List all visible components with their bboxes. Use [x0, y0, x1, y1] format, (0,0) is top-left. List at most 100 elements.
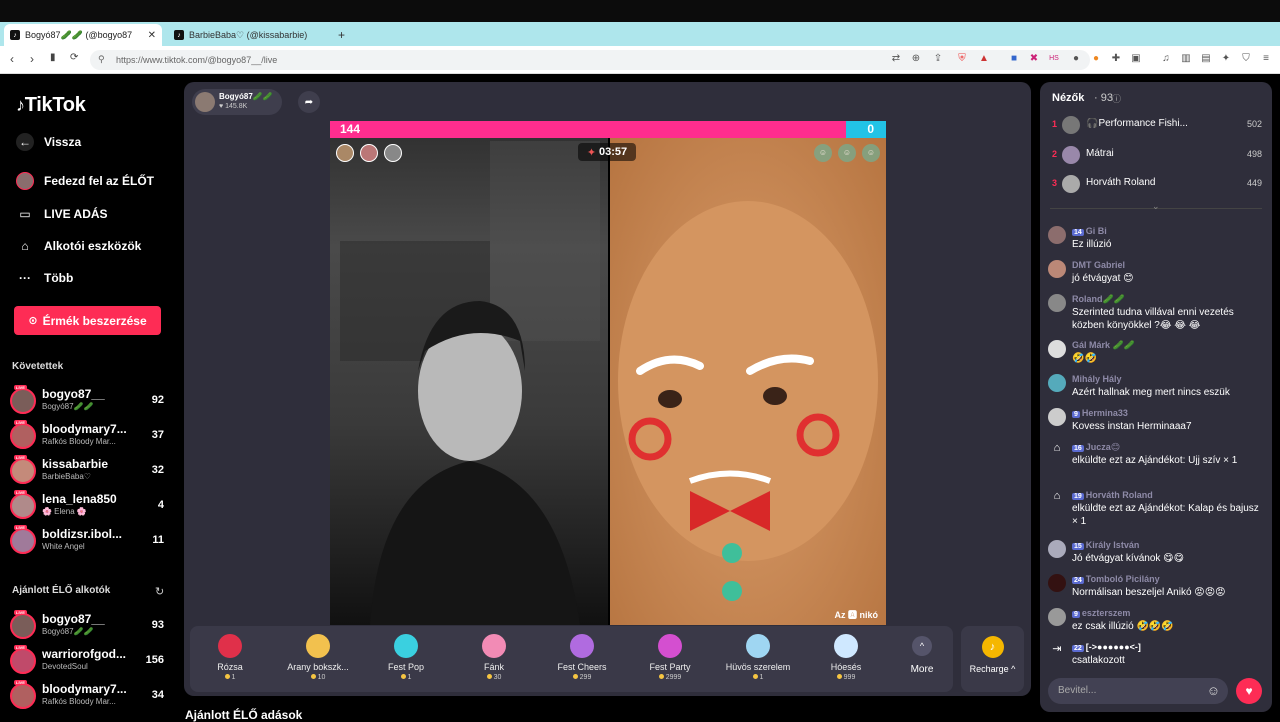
chat-message[interactable]: Mihály Hály Azért hallnak meg mert nincs …: [1048, 374, 1266, 402]
top-gifter-avatar[interactable]: [360, 144, 378, 162]
translate-icon[interactable]: ⇄: [890, 53, 902, 65]
chat-message[interactable]: ⇥ 22 [->●●●●●●<-] csatlakozott: [1048, 642, 1266, 670]
brave-shield-icon[interactable]: ⛨: [956, 53, 968, 65]
following-item[interactable]: LIVE bloodymary7... Rafkós Bloody Mar... 37: [10, 420, 168, 452]
tiktok-logo[interactable]: ♪TikTok: [16, 94, 86, 117]
media-icon[interactable]: ♫: [1160, 53, 1172, 65]
chat-message[interactable]: 24 Tomboló Picilány Normálisan beszeljel A…: [1048, 574, 1266, 602]
battle-video[interactable]: 144 0 ✦ 03:57 ☺ ☺ ☺ Az 🅰 nikó: [330, 121, 886, 625]
refresh-icon[interactable]: ↻: [155, 585, 164, 598]
chat-message[interactable]: 9 eszterszem ez csak illúzió 🤣🤣🤣: [1048, 608, 1266, 636]
forward-icon[interactable]: ›: [30, 52, 34, 66]
chat-text: Jó étvágyat kívánok 😋😋: [1072, 553, 1185, 564]
viewer-name: 🎧Performance Fishi...: [1086, 118, 1188, 129]
address-bar-row: ‹ › ▮ ⟳ ⚲ https://www.tiktok.com/@bogyo8…: [0, 46, 1280, 74]
extension-icon[interactable]: ●: [1070, 53, 1082, 65]
gift-icon: ⌂: [1053, 442, 1061, 454]
heart-icon: ♥: [219, 103, 224, 110]
chat-input[interactable]: Bevitel... ☺: [1048, 678, 1228, 704]
nav-explore-live[interactable]: Fedezd fel az ÉLŐT: [16, 172, 154, 190]
viewer-count: 93: [151, 619, 164, 631]
sidebar-toggle-icon[interactable]: ▥: [1180, 53, 1192, 65]
gift-price: 1: [366, 674, 446, 681]
share-icon[interactable]: ⇪: [932, 53, 944, 65]
extension-icon[interactable]: ■: [1008, 53, 1020, 65]
gift-fank[interactable]: Fánk 30: [454, 632, 534, 688]
viewer-count: 156: [145, 654, 164, 666]
extension-icon[interactable]: ▣: [1130, 53, 1142, 65]
share-button[interactable]: ➦: [298, 91, 320, 113]
extension-icon[interactable]: ●: [1090, 53, 1102, 65]
chat-placeholder: Bevitel...: [1058, 685, 1097, 696]
chat-message[interactable]: ⌂ 19 Horváth Roland elküldte ezt az Ajándék…: [1048, 490, 1266, 530]
viewer-rank-row[interactable]: 2 Mátrai 498: [1050, 144, 1266, 168]
chat-message[interactable]: 9 Hermina33 Kovess instan Herminaaa7: [1048, 408, 1266, 436]
top-gifter-avatar[interactable]: [336, 144, 354, 162]
like-button[interactable]: ♥: [1236, 678, 1262, 704]
gift-rozsa[interactable]: Rózsa 1: [190, 632, 270, 688]
chat-message[interactable]: DMT Gabriel jó étvágyat 😊: [1048, 260, 1266, 288]
following-item[interactable]: LIVE kissabarbie BarbieBaba♡ 32: [10, 455, 168, 487]
extension-icon[interactable]: ✖: [1028, 53, 1040, 65]
rewards-icon[interactable]: ▲: [978, 53, 990, 65]
chat-message[interactable]: 15 Király István Jó étvágyat kívánok 😋😋: [1048, 540, 1266, 568]
menu-icon[interactable]: ≡: [1260, 53, 1272, 65]
avatar: [1062, 175, 1080, 193]
more-gifts-button[interactable]: ^ More: [902, 634, 942, 686]
url-text: https://www.tiktok.com/@bogyo87__/live: [116, 55, 278, 65]
vpn-icon[interactable]: ⛉: [1240, 53, 1252, 65]
back-icon[interactable]: ‹: [10, 52, 14, 66]
following-item[interactable]: LIVE boldizsr.ibol... White Angel 11: [10, 525, 168, 557]
info-icon[interactable]: ⓘ: [1112, 92, 1121, 105]
tiktok-favicon-icon: ♪: [174, 30, 184, 40]
site-info-icon[interactable]: ⚲: [98, 54, 105, 65]
chat-message[interactable]: Gál Márk 🥒🥒 🤣🤣: [1048, 340, 1266, 368]
nav-live-studio[interactable]: ▭ LIVE ADÁS: [16, 205, 107, 223]
host-pill[interactable]: Bogyó87🥒🥒 ♥ 145.8K: [192, 89, 282, 115]
following-item[interactable]: LIVE bogyo87__ Bogyó87🥒🥒 92: [10, 385, 168, 417]
chat-message[interactable]: Roland🥒🥒 Szerinted tudna villával enni ve…: [1048, 294, 1266, 334]
creator-nick: Bogyó87🥒🥒: [42, 627, 94, 636]
rank-number: 2: [1052, 149, 1058, 159]
chevron-down-icon[interactable]: ⌄: [1152, 201, 1160, 212]
sidebar: ♪TikTok ← Vissza Fedezd fel az ÉLŐT ▭ LIVE…: [0, 74, 178, 720]
puzzle-icon[interactable]: ✚: [1110, 53, 1122, 65]
chat-message[interactable]: 14 Gi Bi Ez illúzió: [1048, 226, 1266, 254]
gift-fest-pop[interactable]: Fest Pop 1: [366, 632, 446, 688]
recommended-item[interactable]: LIVE bloodymary7... Rafkós Bloody Mar... 34: [10, 680, 168, 712]
gift-fest-party[interactable]: Fest Party 2999: [630, 632, 710, 688]
level-badge: 16: [1072, 445, 1084, 452]
chat-message[interactable]: ⌂ 16 Jucza😊 elküldte ezt az Ajándékot: Ujj …: [1048, 442, 1266, 482]
tab-kissabarbie[interactable]: ♪ BarbieBaba♡ (@kissabarbie) ÉLŐ: [168, 24, 326, 46]
opponent-video: [610, 121, 886, 625]
following-item[interactable]: LIVE lena_lena850 🌸 Elena 🌸 4: [10, 490, 168, 522]
gift-hoeses[interactable]: Hóesés 999: [806, 632, 886, 688]
wallet-icon[interactable]: ▤: [1200, 53, 1212, 65]
back-link[interactable]: ← Vissza: [16, 133, 81, 151]
recommended-item[interactable]: LIVE bogyo87__ Bogyó87🥒🥒 93: [10, 610, 168, 642]
top-gifter-avatar[interactable]: [384, 144, 402, 162]
nav-more[interactable]: ··· Több: [16, 269, 73, 287]
viewer-rank-row[interactable]: 3 Horváth Roland 449: [1050, 173, 1266, 197]
close-tab-icon[interactable]: ✕: [148, 30, 156, 41]
leo-icon[interactable]: ✦: [1220, 53, 1232, 65]
gift-fest-cheers[interactable]: Fest Cheers 299: [542, 632, 622, 688]
viewer-count: 37: [151, 429, 164, 441]
get-coins-button[interactable]: ⊙ Érmék beszerzése: [14, 306, 161, 335]
empty-gifter-slot-icon: ☺: [862, 144, 880, 162]
coin-icon: ⊙: [28, 315, 38, 327]
new-tab-button[interactable]: +: [332, 24, 352, 46]
gift-arany-boksz[interactable]: Arany bokszk... 10: [278, 632, 358, 688]
nav-creator-tools[interactable]: ⌂ Alkotói eszközök: [16, 237, 141, 255]
viewer-rank-row[interactable]: 1 🎧Performance Fishi... 502: [1050, 114, 1266, 138]
emoji-icon[interactable]: ☺: [1207, 683, 1220, 698]
gift-huvos-szerelem[interactable]: Hüvös szerelem 1: [718, 632, 798, 688]
recommended-item[interactable]: LIVE warriorofgod... DevotedSoul 156: [10, 645, 168, 677]
recharge-button[interactable]: ♪ Recharge ^: [961, 626, 1024, 692]
tab-bogyo87[interactable]: ♪ Bogyó87🥒🥒 (@bogyo87 ✕: [4, 24, 162, 46]
zoom-icon[interactable]: ⊕: [910, 53, 922, 65]
gift-bar: Rózsa 1 Arany bokszk... 10 Fest Pop 1 Fánk 3…: [190, 626, 1024, 692]
bookmark-icon[interactable]: ▮: [50, 52, 56, 63]
extension-icon[interactable]: HS: [1048, 53, 1060, 65]
reload-icon[interactable]: ⟳: [70, 52, 78, 63]
